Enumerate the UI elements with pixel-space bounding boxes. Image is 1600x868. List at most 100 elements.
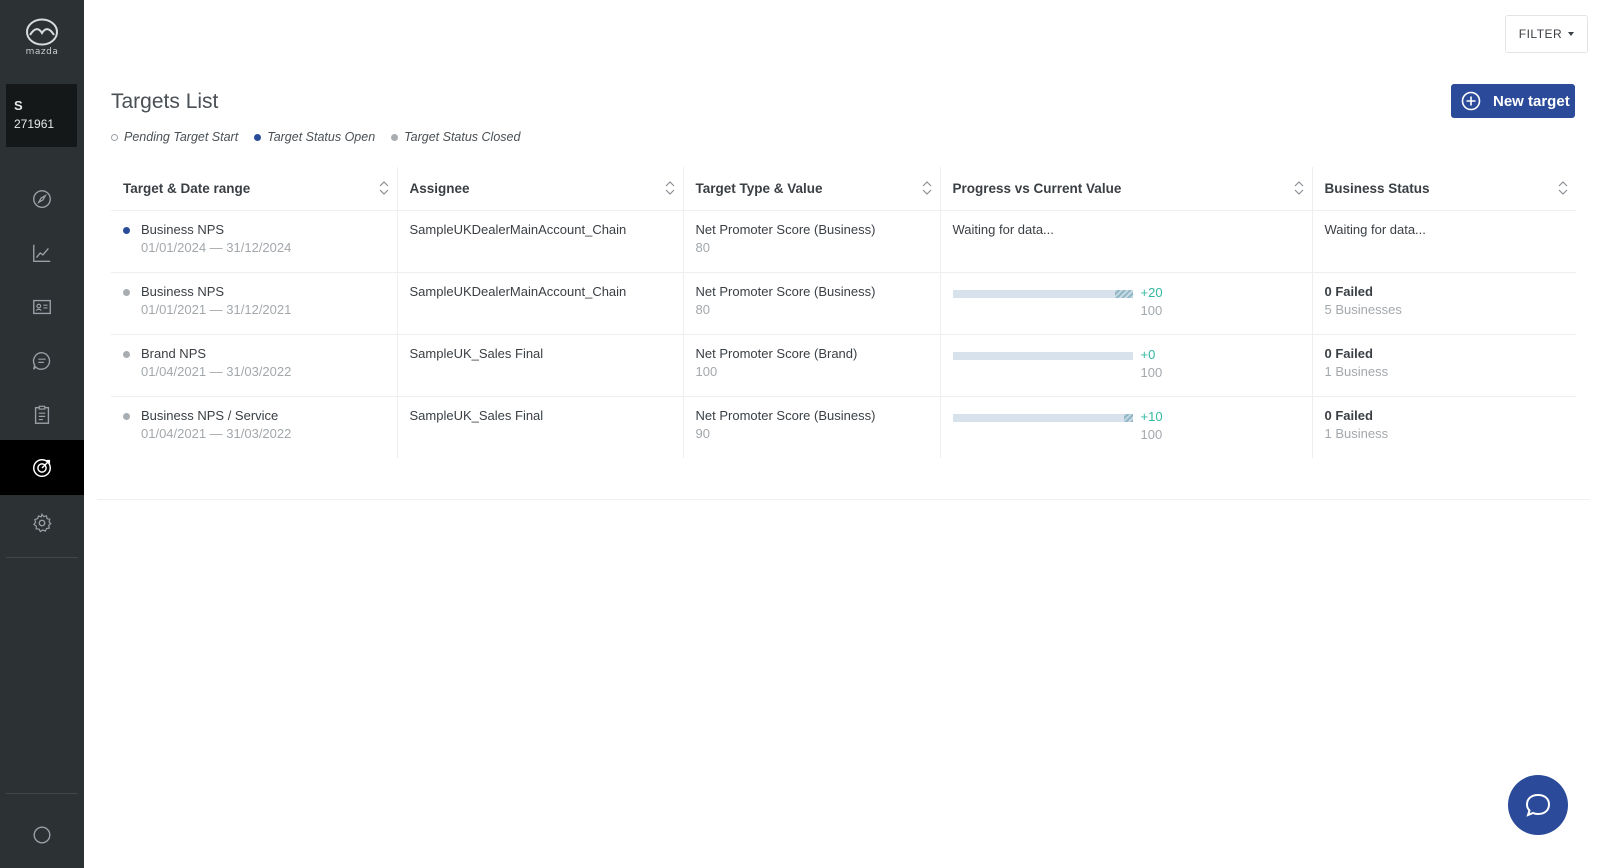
progress-cell: +20 100 [939, 272, 1312, 335]
account-number: 271961 [14, 117, 55, 131]
pending-dot-icon [111, 133, 118, 141]
target-type: Net Promoter Score (Business) [695, 221, 876, 237]
nav-profile[interactable] [0, 807, 84, 862]
target-dates: 01/04/2021 — 31/03/2022 [141, 425, 292, 441]
sort-icon [1558, 181, 1568, 195]
type-cell: Net Promoter Score (Business) 80 [682, 272, 940, 335]
assignee-cell: SampleUKDealerMainAccount_Chain [396, 210, 683, 273]
column-header-type[interactable]: Target Type & Value [682, 167, 940, 211]
business-count: 5 Businesses [1324, 301, 1402, 317]
progress-bar: +0 100 [952, 345, 1163, 381]
sort-icon [1294, 181, 1303, 195]
target-type: Net Promoter Score (Brand) [695, 345, 858, 361]
target-cell: Business NPS / Service 01/04/2021 — 31/03… [111, 396, 397, 458]
column-header-label: Business Status [1324, 180, 1430, 196]
page-title: Targets List [111, 90, 219, 113]
line-chart-icon [33, 244, 51, 262]
sidebar-divider [6, 793, 78, 794]
assignee-cell: SampleUKDealerMainAccount_Chain [396, 272, 683, 335]
target-cell: Business NPS 01/01/2024 — 31/12/2024 [111, 210, 397, 273]
nav-contacts[interactable] [0, 279, 84, 334]
assignee-cell: SampleUK_Sales Final [396, 396, 683, 458]
logo-wordmark: mazda [25, 47, 59, 57]
mazda-emblem-icon [26, 18, 58, 46]
target-value: 100 [695, 363, 718, 379]
target-name: Business NPS [141, 283, 225, 299]
targets-table-panel: Target & Date range Assignee Target Type… [97, 167, 1590, 500]
progress-delta: +10 [1140, 408, 1163, 424]
progress-hatch [1123, 413, 1133, 422]
assignee: SampleUKDealerMainAccount_Chain [409, 221, 627, 237]
type-cell: Net Promoter Score (Business) 90 [682, 396, 940, 458]
account-initial: S [14, 98, 23, 113]
plus-circle-icon [1461, 91, 1481, 111]
target-dates: 01/04/2021 — 31/03/2022 [141, 363, 292, 379]
caret-down-icon [1568, 32, 1575, 36]
chat-support-button[interactable] [1508, 775, 1568, 835]
target-value: 80 [695, 239, 710, 255]
filter-label: FILTER [1518, 27, 1563, 41]
nav-feedback[interactable] [0, 333, 84, 388]
sort-icon [379, 181, 388, 195]
clipboard-icon [34, 405, 50, 424]
assignee: SampleUK_Sales Final [409, 345, 544, 361]
target-value: 80 [695, 301, 710, 317]
mazda-logo[interactable]: mazda [18, 18, 66, 62]
legend-pending: Pending Target Start [111, 130, 238, 144]
business-status-cell: 0 Failed 1 Business [1311, 334, 1576, 397]
user-circle-icon [33, 826, 51, 843]
progress-cell: +0 100 [939, 334, 1312, 397]
sort-icon [665, 181, 674, 195]
column-header-business-status[interactable]: Business Status [1311, 167, 1576, 211]
business-count: 1 Business [1324, 425, 1389, 441]
closed-dot-icon [391, 133, 399, 141]
target-name: Brand NPS [141, 345, 207, 361]
open-dot-icon [123, 226, 130, 234]
type-cell: Net Promoter Score (Business) 80 [682, 210, 940, 273]
progress-delta: +0 [1140, 346, 1156, 362]
compass-icon [33, 189, 51, 208]
table-row[interactable]: Business NPS 01/01/2021 — 31/12/2021 Samp… [111, 272, 1576, 335]
business-status-cell: 0 Failed 1 Business [1311, 396, 1576, 458]
target-type: Net Promoter Score (Business) [695, 283, 876, 299]
target-value: 90 [695, 425, 710, 441]
table-row[interactable]: Business NPS / Service 01/04/2021 — 31/03… [111, 396, 1576, 458]
new-target-button[interactable]: New target [1451, 84, 1575, 118]
table-row[interactable]: Brand NPS 01/04/2021 — 31/03/2022 SampleU… [111, 334, 1576, 397]
column-header-label: Assignee [409, 180, 470, 196]
sidebar: mazda S 271961 [0, 0, 84, 868]
column-header-progress[interactable]: Progress vs Current Value [939, 167, 1312, 211]
legend-label: Target Status Closed [404, 130, 521, 144]
nav-targets[interactable] [0, 440, 84, 495]
target-name: Business NPS / Service [141, 407, 279, 423]
assignee: SampleUKDealerMainAccount_Chain [409, 283, 627, 299]
type-cell: Net Promoter Score (Brand) 100 [682, 334, 940, 397]
closed-dot-icon [123, 288, 130, 296]
target-type: Net Promoter Score (Business) [695, 407, 876, 423]
chat-support-icon [1525, 793, 1551, 817]
column-header-target[interactable]: Target & Date range [111, 167, 397, 211]
filter-button[interactable]: FILTER [1505, 15, 1588, 53]
account-switcher[interactable]: S 271961 [6, 84, 77, 147]
nav-explore[interactable] [0, 171, 84, 226]
progress-track [952, 289, 1133, 298]
nav-tasks[interactable] [0, 387, 84, 442]
business-count: 1 Business [1324, 363, 1389, 379]
progress-cell: Waiting for data... [939, 210, 1312, 273]
sort-icon [922, 181, 931, 195]
table-row[interactable]: Business NPS 01/01/2024 — 31/12/2024 Samp… [111, 210, 1576, 273]
progress-hatch [1114, 289, 1133, 298]
column-header-assignee[interactable]: Assignee [396, 167, 683, 211]
nav-settings[interactable] [0, 495, 84, 550]
business-status: 0 Failed [1324, 407, 1373, 423]
sidebar-divider [6, 557, 78, 558]
open-dot-icon [254, 133, 262, 141]
column-header-label: Target Type & Value [695, 180, 823, 196]
progress-target: 100 [1140, 364, 1163, 380]
legend-label: Target Status Open [267, 130, 376, 144]
nav-analytics[interactable] [0, 225, 84, 280]
progress-bar: +10 100 [952, 407, 1163, 443]
status-legend: Pending Target Start Target Status Open … [111, 130, 520, 144]
target-name: Business NPS [141, 221, 225, 237]
progress-text: Waiting for data... [952, 221, 1054, 237]
